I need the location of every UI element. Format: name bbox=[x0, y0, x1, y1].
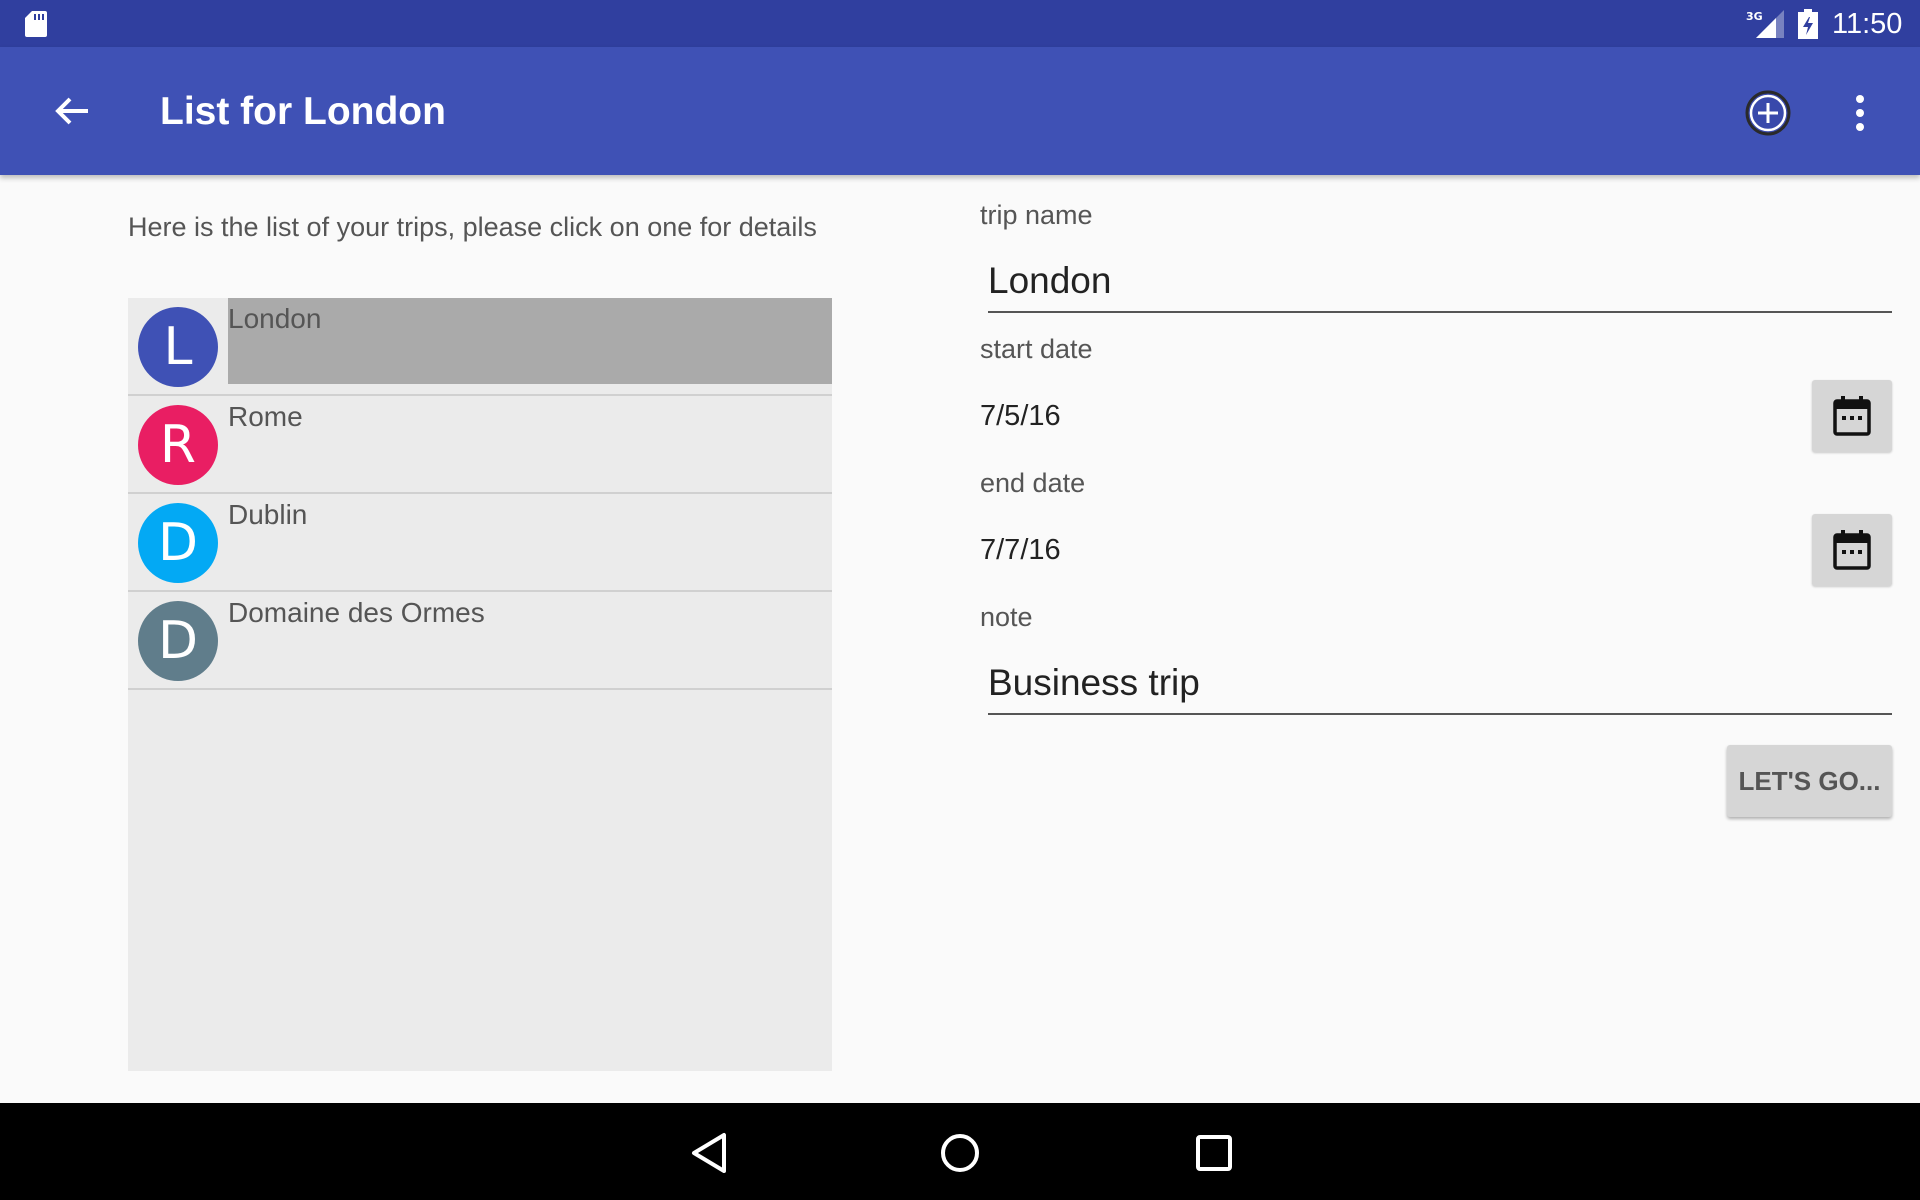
avatar: D bbox=[138, 601, 218, 681]
system-nav-bar bbox=[0, 1103, 1920, 1200]
trip-name-field[interactable] bbox=[988, 259, 1892, 313]
more-vert-icon bbox=[1856, 95, 1864, 131]
trip-name: Domaine des Ormes bbox=[228, 597, 485, 628]
trip-name: London bbox=[228, 303, 322, 334]
note-label: note bbox=[980, 602, 1033, 632]
nav-back-icon[interactable] bbox=[684, 1127, 736, 1179]
back-arrow-icon bbox=[55, 97, 88, 125]
trip-name: Dublin bbox=[228, 499, 308, 530]
trip-name-label: trip name bbox=[980, 200, 1093, 230]
app-bar: List for London bbox=[0, 47, 1920, 175]
end-date-label: end date bbox=[980, 468, 1086, 498]
trip-list-item[interactable]: R Rome bbox=[128, 396, 832, 494]
avatar: L bbox=[138, 307, 218, 387]
status-clock: 11:50 bbox=[1832, 8, 1903, 40]
note-field[interactable] bbox=[988, 661, 1892, 715]
nav-home-icon[interactable] bbox=[934, 1127, 986, 1179]
signal-3g-icon: 3G bbox=[1746, 10, 1784, 38]
lets-go-button[interactable]: LET'S GO... bbox=[1727, 745, 1892, 817]
end-date-picker-button[interactable] bbox=[1812, 514, 1892, 586]
back-button[interactable] bbox=[40, 83, 104, 139]
trip-list: L London R Rome D Dublin D Domaine des O… bbox=[128, 298, 832, 1071]
trip-list-item[interactable]: D Dublin bbox=[128, 494, 832, 592]
intro-text: Here is the list of your trips, please c… bbox=[128, 212, 817, 242]
start-date-value: 7/5/16 bbox=[980, 400, 1061, 432]
add-trip-button[interactable] bbox=[1740, 85, 1796, 141]
svg-text:3G: 3G bbox=[1746, 10, 1763, 23]
battery-charging-icon bbox=[1798, 9, 1818, 39]
nav-recents-icon[interactable] bbox=[1188, 1127, 1240, 1179]
trip-name: Rome bbox=[228, 401, 303, 432]
trip-list-item[interactable]: L London bbox=[128, 298, 832, 396]
avatar: D bbox=[138, 503, 218, 583]
end-date-value: 7/7/16 bbox=[980, 534, 1061, 566]
calendar-icon bbox=[1833, 396, 1871, 436]
add-circle-icon bbox=[1745, 90, 1791, 136]
status-bar: 3G 11:50 bbox=[0, 0, 1920, 47]
overflow-menu-button[interactable] bbox=[1840, 83, 1880, 143]
main-content: Here is the list of your trips, please c… bbox=[0, 175, 1920, 1103]
avatar: R bbox=[138, 405, 218, 485]
page-title: List for London bbox=[160, 90, 446, 133]
sd-card-icon bbox=[25, 11, 47, 37]
trip-list-item[interactable]: D Domaine des Ormes bbox=[128, 592, 832, 690]
calendar-icon bbox=[1833, 530, 1871, 570]
start-date-label: start date bbox=[980, 334, 1093, 364]
start-date-picker-button[interactable] bbox=[1812, 380, 1892, 452]
